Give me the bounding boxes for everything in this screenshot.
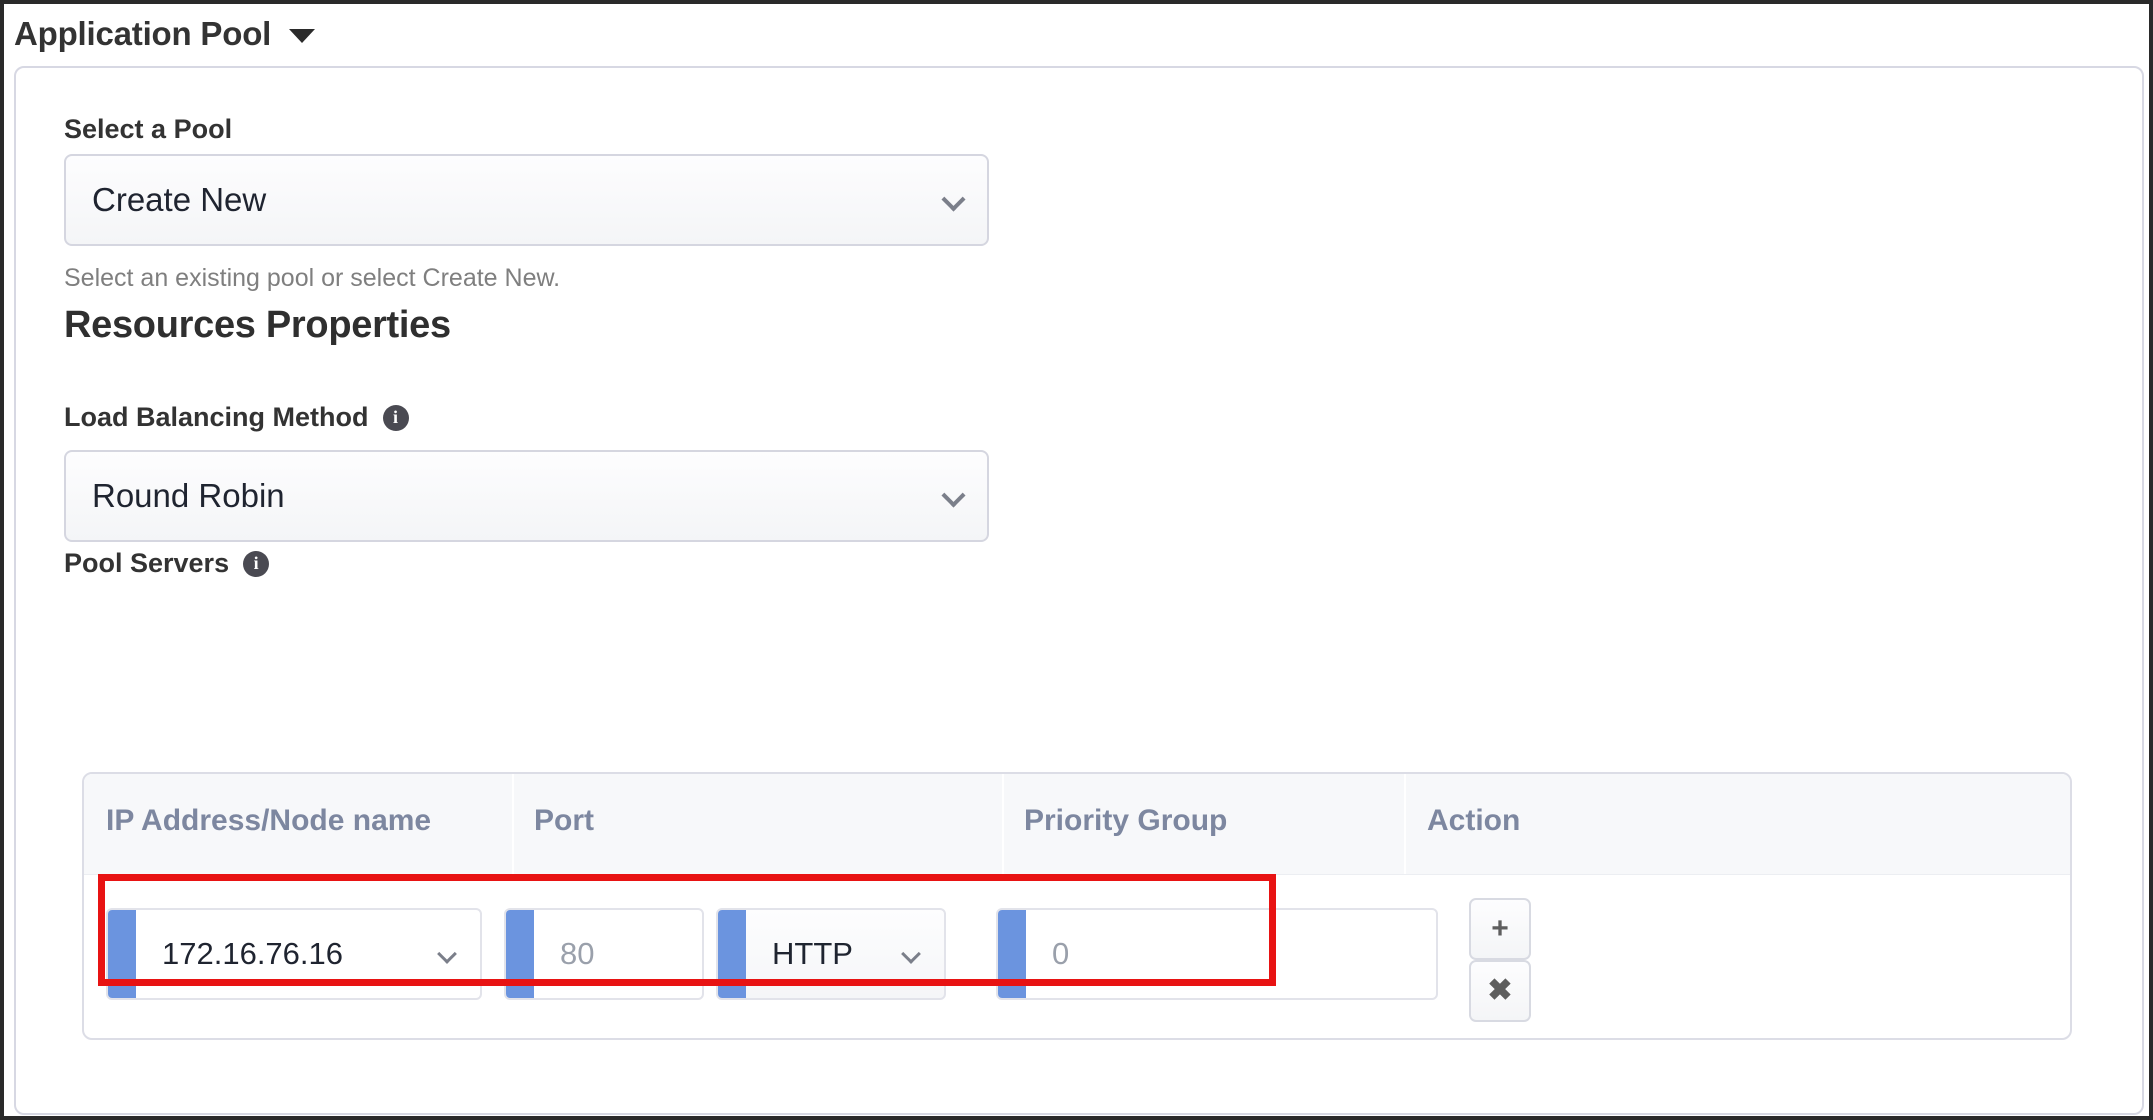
add-row-button[interactable]: + <box>1469 898 1531 960</box>
load-balancing-method-label: Load Balancing Method i <box>64 402 409 433</box>
select-pool-label: Select a Pool <box>64 114 233 144</box>
priority-group-input[interactable]: 0 <box>996 908 1438 1000</box>
field-accent-bar <box>998 910 1026 998</box>
chevron-down-icon <box>902 945 920 963</box>
caret-down-icon[interactable] <box>289 29 316 43</box>
port-value: 80 <box>560 936 595 971</box>
column-header-port: Port <box>534 804 594 837</box>
remove-row-button[interactable]: ✖ <box>1469 960 1531 1022</box>
field-accent-bar <box>506 910 534 998</box>
column-header-ip-address: IP Address/Node name <box>106 804 432 837</box>
priority-group-value: 0 <box>1052 936 1070 971</box>
field-accent-bar <box>718 910 746 998</box>
load-balancing-method-value: Round Robin <box>92 477 285 514</box>
column-header-action: Action <box>1427 804 1521 837</box>
screenshot-root: Application Pool Select a Pool Create Ne… <box>0 0 2153 1120</box>
info-icon[interactable]: i <box>243 550 270 577</box>
chevron-down-icon <box>943 189 965 211</box>
port-input[interactable]: 80 <box>504 908 704 1000</box>
chevron-down-icon <box>438 945 456 963</box>
chevron-down-icon <box>943 485 965 507</box>
section-header[interactable]: Application Pool <box>14 8 316 60</box>
select-pool-value: Create New <box>92 181 267 218</box>
ip-address-value: 172.16.76.16 <box>162 936 344 971</box>
table-header-row: IP Address/Node name Port Priority Group… <box>84 774 2070 875</box>
load-balancing-method-dropdown[interactable]: Round Robin <box>64 450 989 542</box>
info-icon[interactable]: i <box>382 404 409 431</box>
resources-properties-heading: Resources Properties <box>64 304 451 346</box>
column-header-priority-group: Priority Group <box>1024 804 1228 837</box>
ip-address-select[interactable]: 172.16.76.16 <box>106 908 482 1000</box>
header-divider <box>512 774 514 874</box>
header-divider <box>1404 774 1406 874</box>
page-title: Application Pool <box>14 15 272 52</box>
header-divider <box>1002 774 1004 874</box>
select-pool-dropdown[interactable]: Create New <box>64 154 989 246</box>
protocol-select[interactable]: HTTP <box>716 908 946 1000</box>
select-pool-helper-text: Select an existing pool or select Create… <box>64 264 561 292</box>
pool-servers-table: IP Address/Node name Port Priority Group… <box>82 772 2072 1040</box>
field-accent-bar <box>108 910 136 998</box>
protocol-value: HTTP <box>772 936 853 971</box>
pool-servers-label: Pool Servers i <box>64 548 270 579</box>
